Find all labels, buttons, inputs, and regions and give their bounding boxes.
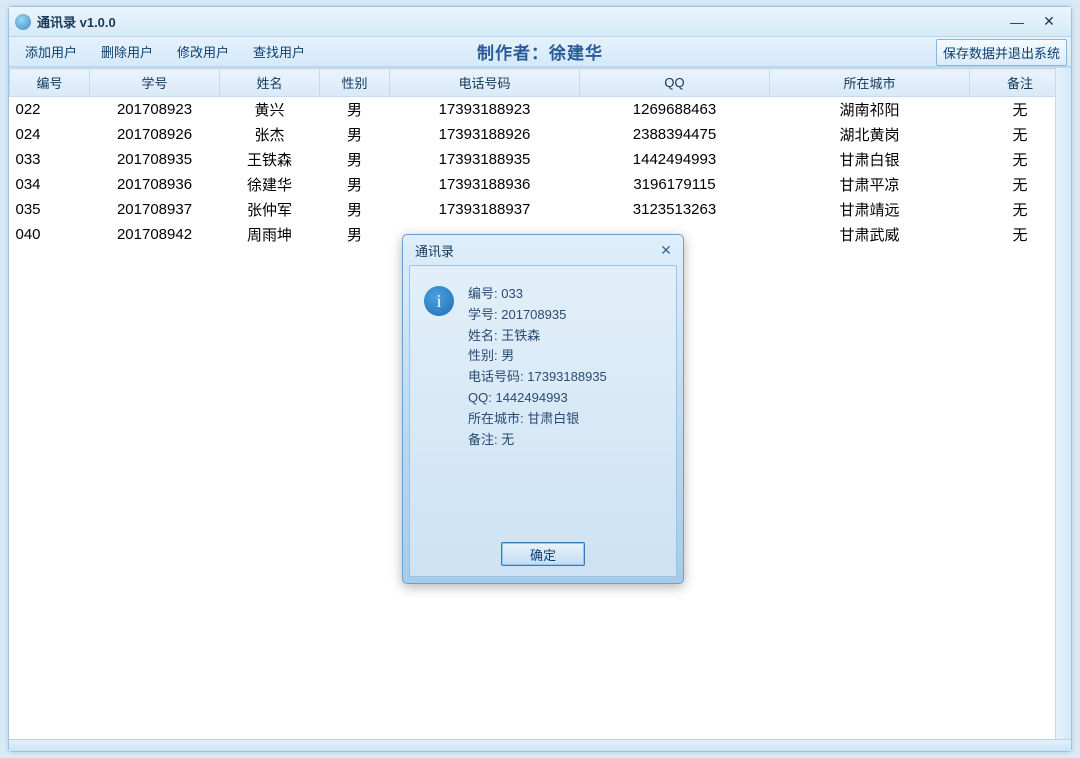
value-id: 033 (501, 286, 523, 301)
cell-id: 035 (10, 197, 90, 222)
dialog-body: i 编号: 033 学号: 201708935 姓名: 王铁森 性别: 男 电话… (409, 265, 677, 577)
cell-city: 甘肃白银 (770, 147, 970, 172)
cell-id: 040 (10, 222, 90, 247)
cell-name: 张杰 (220, 122, 320, 147)
cell-gender: 男 (320, 197, 390, 222)
label-phone: 电话号码: (468, 369, 524, 384)
minimize-icon: — (1010, 14, 1024, 30)
table-row[interactable]: 024201708926张杰男173931889262388394475湖北黄岗… (10, 122, 1071, 147)
dialog-button-row: 确定 (424, 536, 662, 568)
app-icon (15, 14, 31, 30)
add-user-menu[interactable]: 添加用户 (13, 38, 89, 65)
delete-user-menu[interactable]: 删除用户 (89, 38, 165, 65)
contacts-table: 编号 学号 姓名 性别 电话号码 QQ 所在城市 备注 022201708923… (9, 68, 1071, 247)
label-city: 所在城市: (468, 411, 524, 426)
dialog-info-text: 编号: 033 学号: 201708935 姓名: 王铁森 性别: 男 电话号码… (468, 284, 607, 450)
table-row[interactable]: 034201708936徐建华男173931889363196179115甘肃平… (10, 172, 1071, 197)
col-id[interactable]: 编号 (10, 69, 90, 97)
value-stu-no: 201708935 (501, 307, 566, 322)
cell-qq: 3123513263 (580, 197, 770, 222)
info-icon: i (424, 286, 454, 316)
cell-stu-no: 201708942 (90, 222, 220, 247)
cell-qq: 1442494993 (580, 147, 770, 172)
label-name: 姓名: (468, 328, 498, 343)
value-gender: 男 (501, 348, 514, 363)
value-phone: 17393188935 (527, 369, 607, 384)
cell-name: 徐建华 (220, 172, 320, 197)
col-phone[interactable]: 电话号码 (390, 69, 580, 97)
toolbar: 添加用户 删除用户 修改用户 查找用户 制作者：徐建华 保存数据并退出系统 (9, 37, 1071, 67)
label-qq: QQ: (468, 390, 492, 405)
cell-city: 湖南祁阳 (770, 97, 970, 123)
find-user-menu[interactable]: 查找用户 (241, 38, 317, 65)
cell-qq: 1269688463 (580, 97, 770, 123)
vertical-scrollbar[interactable] (1055, 68, 1071, 739)
cell-id: 022 (10, 97, 90, 123)
value-remark: 无 (501, 432, 514, 447)
value-city: 甘肃白银 (527, 411, 579, 426)
cell-qq: 2388394475 (580, 122, 770, 147)
value-name: 王铁森 (501, 328, 540, 343)
cell-id: 034 (10, 172, 90, 197)
close-icon: ✕ (660, 242, 672, 259)
titlebar: 通讯录 v1.0.0 — ✕ (9, 7, 1071, 37)
value-qq: 1442494993 (495, 390, 567, 405)
cell-gender: 男 (320, 97, 390, 123)
cell-gender: 男 (320, 122, 390, 147)
info-dialog: 通讯录 ✕ i 编号: 033 学号: 201708935 姓名: 王铁森 性别… (402, 234, 684, 584)
status-bar (9, 739, 1071, 751)
label-id: 编号: (468, 286, 498, 301)
cell-stu-no: 201708926 (90, 122, 220, 147)
credit-label: 制作者：徐建华 (477, 39, 603, 64)
minimize-button[interactable]: — (1003, 13, 1031, 31)
col-name[interactable]: 姓名 (220, 69, 320, 97)
cell-phone: 17393188937 (390, 197, 580, 222)
col-stu-no[interactable]: 学号 (90, 69, 220, 97)
cell-city: 甘肃靖远 (770, 197, 970, 222)
col-qq[interactable]: QQ (580, 69, 770, 97)
cell-name: 周雨坤 (220, 222, 320, 247)
cell-phone: 17393188936 (390, 172, 580, 197)
ok-button[interactable]: 确定 (501, 542, 585, 566)
col-gender[interactable]: 性别 (320, 69, 390, 97)
cell-phone: 17393188923 (390, 97, 580, 123)
cell-stu-no: 201708935 (90, 147, 220, 172)
dialog-titlebar: 通讯录 ✕ (405, 237, 681, 263)
dialog-title: 通讯录 (415, 241, 454, 260)
cell-name: 黄兴 (220, 97, 320, 123)
col-city[interactable]: 所在城市 (770, 69, 970, 97)
table-header-row: 编号 学号 姓名 性别 电话号码 QQ 所在城市 备注 (10, 69, 1071, 97)
save-exit-button[interactable]: 保存数据并退出系统 (936, 39, 1067, 66)
table-row[interactable]: 022201708923黄兴男173931889231269688463湖南祁阳… (10, 97, 1071, 123)
cell-id: 033 (10, 147, 90, 172)
close-icon: ✕ (1043, 13, 1055, 30)
cell-stu-no: 201708936 (90, 172, 220, 197)
cell-city: 甘肃武威 (770, 222, 970, 247)
dialog-content: i 编号: 033 学号: 201708935 姓名: 王铁森 性别: 男 电话… (424, 284, 662, 536)
cell-stu-no: 201708923 (90, 97, 220, 123)
cell-name: 王铁森 (220, 147, 320, 172)
window-title: 通讯录 v1.0.0 (37, 12, 116, 31)
cell-gender: 男 (320, 172, 390, 197)
table-row[interactable]: 033201708935王铁森男173931889351442494993甘肃白… (10, 147, 1071, 172)
cell-qq: 3196179115 (580, 172, 770, 197)
cell-phone: 17393188926 (390, 122, 580, 147)
cell-stu-no: 201708937 (90, 197, 220, 222)
label-remark: 备注: (468, 432, 498, 447)
dialog-close-button[interactable]: ✕ (657, 241, 675, 259)
cell-phone: 17393188935 (390, 147, 580, 172)
close-button[interactable]: ✕ (1035, 13, 1063, 31)
label-stu-no: 学号: (468, 307, 498, 322)
table-row[interactable]: 035201708937张仲军男173931889373123513263甘肃靖… (10, 197, 1071, 222)
cell-city: 甘肃平凉 (770, 172, 970, 197)
modify-user-menu[interactable]: 修改用户 (165, 38, 241, 65)
cell-name: 张仲军 (220, 197, 320, 222)
label-gender: 性别: (468, 348, 498, 363)
cell-id: 024 (10, 122, 90, 147)
cell-gender: 男 (320, 147, 390, 172)
cell-gender: 男 (320, 222, 390, 247)
cell-city: 湖北黄岗 (770, 122, 970, 147)
